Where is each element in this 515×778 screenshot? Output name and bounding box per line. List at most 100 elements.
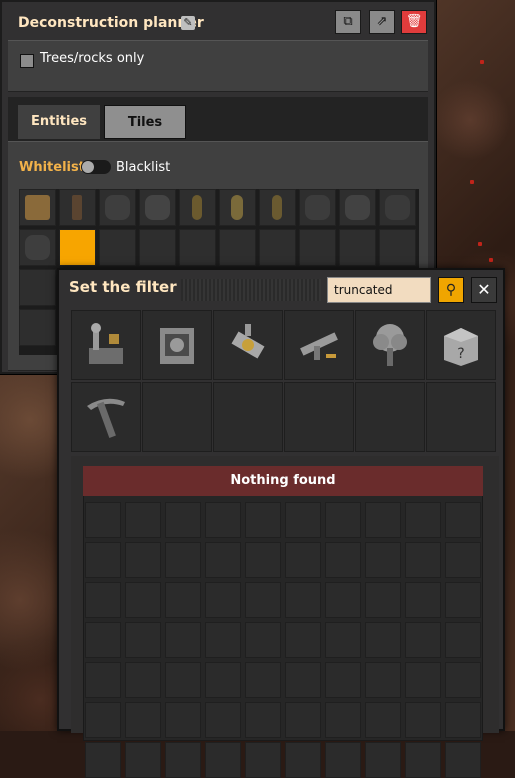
result-slot [285,742,321,778]
result-slot [245,542,281,578]
dead-tree-icon [72,195,82,220]
drag-handle[interactable] [181,279,321,301]
item-group-selector: ? [71,310,496,454]
close-icon: ✕ [477,280,491,299]
export-button[interactable]: ⇗ [369,10,395,34]
filter-slot[interactable] [139,189,176,226]
result-slot [325,542,361,578]
filter-slot[interactable] [99,189,136,226]
results-grid: Nothing found [83,466,483,778]
whitelist-blacklist-toggle[interactable] [81,160,111,174]
svg-text:?: ? [457,346,464,362]
delete-button[interactable]: 🗑 [401,10,427,34]
planner-titlebar[interactable]: Deconstruction planner ✎ ⧉ ⇗ 🗑 [8,8,428,38]
group-other-tab[interactable] [71,382,141,452]
filter-slot[interactable] [299,229,336,266]
filter-slot[interactable] [259,229,296,266]
planner-title: Deconstruction planner [18,15,204,31]
result-slot [125,582,161,618]
result-slot [445,502,481,538]
filter-slot[interactable] [259,189,296,226]
filter-slot[interactable] [379,229,416,266]
group-environment-tab[interactable] [355,310,425,380]
tree-stump-icon [25,235,50,260]
result-slot [365,622,401,658]
result-slot [245,702,281,738]
result-slot [365,582,401,618]
filter-slot[interactable] [219,189,256,226]
result-slot [85,702,121,738]
result-slot [325,702,361,738]
toggle-knob [82,161,94,173]
result-slot [405,622,441,658]
result-slot [205,502,241,538]
group-combat-tab[interactable] [284,310,354,380]
result-slot [205,702,241,738]
result-slot [325,742,361,778]
tab-tiles[interactable]: Tiles [104,105,186,139]
result-slot [445,742,481,778]
result-slot [85,662,121,698]
production-icon [154,320,200,370]
filter-slot[interactable] [339,229,376,266]
options-section: Trees/rocks only [8,40,428,92]
result-slot [165,622,201,658]
filter-slot-selected[interactable] [59,229,96,266]
unknown-box-icon: ? [438,320,484,370]
whitelist-label: Whitelist [19,160,85,175]
search-button[interactable]: ⚲ [438,277,464,303]
result-slot [285,622,321,658]
dry-tree-icon [192,195,202,220]
filter-slot[interactable] [339,189,376,226]
filter-slot[interactable] [379,189,416,226]
copy-button[interactable]: ⧉ [335,10,361,34]
result-slot [165,702,201,738]
result-slot [285,542,321,578]
pickaxe-icon [83,392,129,442]
filter-slot[interactable] [179,189,216,226]
result-slot [85,742,121,778]
filter-slot[interactable] [59,189,96,226]
result-slot [205,542,241,578]
trees-rocks-checkbox[interactable] [20,54,34,68]
filter-slot[interactable] [19,229,56,266]
filter-slot[interactable] [299,189,336,226]
group-intermediate-products-tab[interactable] [213,310,283,380]
intermediate-products-icon [225,320,271,370]
close-button[interactable]: ✕ [471,277,497,303]
group-production-tab[interactable] [142,310,212,380]
result-slot [325,502,361,538]
dead-tree-icon [25,195,50,220]
filter-slot[interactable] [139,229,176,266]
search-input[interactable]: truncated [327,277,431,303]
result-slot [245,582,281,618]
filter-slot[interactable] [99,229,136,266]
filter-slot[interactable] [19,309,56,346]
result-slot [285,702,321,738]
result-slot [445,542,481,578]
group-empty-slot [284,382,354,452]
group-empty-slot [426,382,496,452]
filter-slot[interactable] [179,229,216,266]
result-slot [405,582,441,618]
group-unsorted-tab[interactable]: ? [426,310,496,380]
filter-slot[interactable] [19,269,56,306]
filter-slot[interactable] [19,189,56,226]
result-slot [205,662,241,698]
result-slot [125,502,161,538]
tab-entities[interactable]: Entities [18,105,100,139]
result-slot [85,622,121,658]
result-slot [365,662,401,698]
group-logistics-tab[interactable] [71,310,141,380]
result-slot [205,622,241,658]
filter-slot[interactable] [219,229,256,266]
result-slot [325,622,361,658]
pencil-icon[interactable]: ✎ [181,16,195,30]
result-slot [405,742,441,778]
result-slot [165,542,201,578]
result-slot [125,662,161,698]
filter-results-panel: Nothing found [71,456,499,778]
result-slot [405,542,441,578]
tree-stump-icon [345,195,370,220]
result-slot [445,622,481,658]
